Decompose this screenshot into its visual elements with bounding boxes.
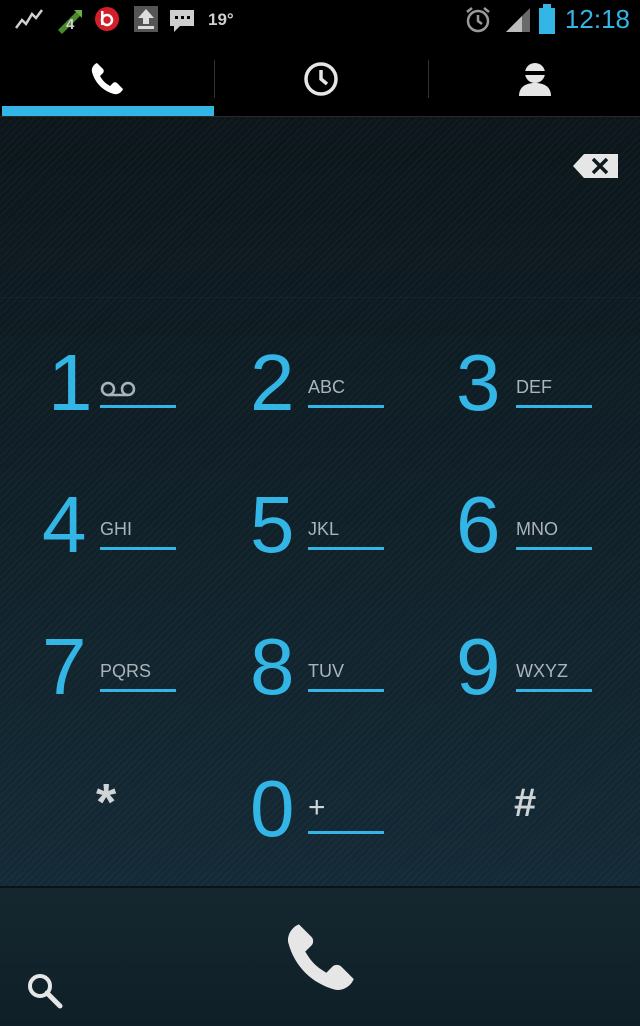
dial-key-letters: WXYZ (516, 661, 568, 681)
dialpad-area: 1 2 ABC 3 DEF 4 GHI 5 JKL 6 MNO 7 PQRS 8… (0, 117, 640, 887)
battery-icon (539, 4, 555, 34)
dial-key-underline (308, 547, 384, 550)
dial-key-7[interactable]: 7 PQRS (42, 627, 242, 747)
dial-key-letters: MNO (516, 519, 558, 539)
dial-key-digit: 2 (250, 338, 295, 427)
dial-key-letters: ABC (308, 377, 346, 397)
dial-key-digit: 5 (250, 480, 295, 569)
temperature-readout: 19° (208, 10, 234, 29)
dial-key-digit: 6 (456, 480, 501, 569)
bottom-action-bar (0, 886, 640, 1026)
sms-icon (170, 10, 194, 32)
dial-key-5[interactable]: 5 JKL (250, 485, 450, 605)
dial-key-0[interactable]: 0 + (250, 769, 450, 889)
phone-icon (91, 63, 123, 95)
dial-key-underline (100, 547, 176, 550)
dial-key-star[interactable]: * (96, 773, 176, 853)
dial-key-letters: JKL (308, 519, 340, 539)
dial-key-digit: * (96, 774, 117, 832)
dial-key-underline (516, 405, 592, 408)
dial-key-letters: DEF (516, 377, 552, 397)
tab-phone[interactable] (0, 42, 213, 116)
dial-key-underline (308, 831, 384, 834)
tab-selected-indicator (2, 106, 214, 116)
dial-key-letters: GHI (100, 519, 133, 539)
dial-key-digit: 7 (42, 622, 87, 711)
dial-key-6[interactable]: 6 MNO (456, 485, 640, 605)
dial-key-digit: 1 (48, 338, 93, 427)
signal-icon (506, 8, 530, 32)
dial-key-letters: TUV (308, 661, 344, 681)
dial-key-underline (308, 689, 384, 692)
tab-recent[interactable] (214, 42, 427, 116)
dial-key-underline (100, 689, 176, 692)
person-icon (518, 63, 551, 96)
dial-key-letters: PQRS (100, 661, 152, 681)
dial-key-digit: 4 (42, 480, 87, 569)
dial-key-underline (308, 405, 384, 408)
dial-key-9[interactable]: 9 WXYZ (456, 627, 640, 747)
tab-bar (0, 42, 640, 118)
dial-key-digit: # (514, 781, 537, 825)
dial-key-digit: 8 (250, 622, 295, 711)
digits-field[interactable] (0, 117, 640, 298)
stocks-icon (15, 9, 43, 29)
status-clock: 12:18 (564, 4, 630, 34)
backspace-icon[interactable] (572, 153, 620, 179)
call-icon[interactable] (280, 918, 360, 998)
status-bar: 4 19° 12:18 (0, 0, 640, 42)
dial-key-8[interactable]: 8 TUV (250, 627, 450, 747)
dial-key-digit: 0 (250, 764, 295, 853)
dial-key-4[interactable]: 4 GHI (42, 485, 242, 605)
dial-key-hash[interactable]: # (514, 781, 594, 861)
beats-icon (95, 7, 119, 31)
dial-key-digit: 3 (456, 338, 501, 427)
tab-contacts[interactable] (428, 42, 640, 116)
voicemail-icon (100, 381, 136, 397)
clock-icon (303, 62, 338, 96)
alarm-icon (466, 7, 490, 33)
dial-key-underline (100, 405, 176, 408)
dial-key-digit: 9 (456, 622, 501, 711)
dial-key-3[interactable]: 3 DEF (456, 343, 640, 463)
dial-key-underline (516, 547, 592, 550)
dial-key-2[interactable]: 2 ABC (250, 343, 450, 463)
dial-key-1[interactable]: 1 (48, 343, 248, 463)
search-icon[interactable] (22, 968, 68, 1014)
dial-key-letters: + (308, 791, 326, 824)
upload-icon (134, 6, 158, 32)
notification-badge: 4 (66, 16, 75, 33)
dial-key-underline (516, 689, 592, 692)
